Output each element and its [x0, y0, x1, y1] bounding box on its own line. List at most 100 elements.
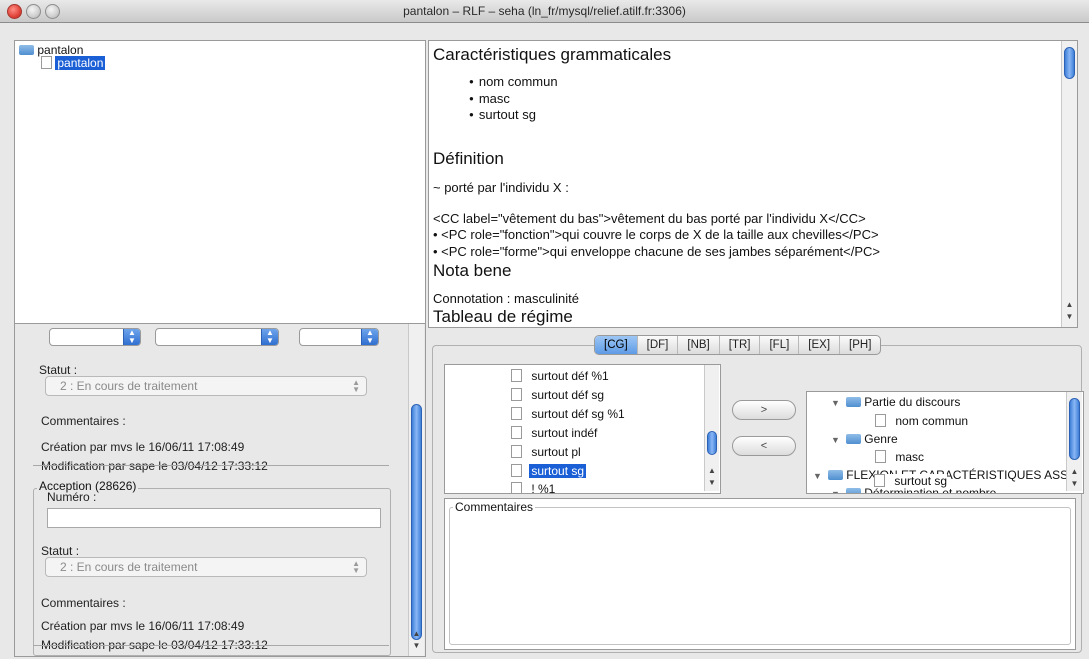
comment-legend: Commentaires	[453, 500, 536, 514]
scroll-down-icon[interactable]: ▼	[409, 640, 424, 652]
chevron-updown-icon: ▲ ▼	[261, 329, 278, 345]
combo-3[interactable]: ▲ ▼	[299, 328, 379, 346]
list-item[interactable]: surtout déf sg	[511, 388, 604, 402]
numero-input[interactable]	[47, 508, 381, 528]
list-item[interactable]: surtout déf %1	[511, 369, 609, 383]
file-icon	[875, 414, 886, 428]
tab-fl[interactable]: [FL]	[760, 336, 800, 354]
folder-icon	[845, 487, 861, 493]
divider	[33, 465, 389, 466]
list-item[interactable]: ! %1	[511, 482, 555, 493]
def-pc1: • <PC role="fonction">qui couvre le corp…	[433, 227, 879, 242]
folder-icon	[827, 469, 843, 480]
tr-heading: Tableau de régime	[433, 307, 573, 326]
tab-ph[interactable]: [PH]	[840, 336, 880, 354]
tree-child-label: pantalon	[55, 56, 106, 70]
chevron-updown-icon: ▲ ▼	[123, 329, 140, 345]
article-scrollbar[interactable]: ▲ ▼	[1061, 41, 1077, 327]
file-icon	[875, 450, 886, 464]
tree-node[interactable]: ▼ Genre	[831, 432, 898, 446]
combo-2[interactable]: ▲ ▼	[155, 328, 279, 346]
scroll-up-icon[interactable]: ▲	[1067, 466, 1082, 478]
remove-value-button[interactable]: <	[732, 436, 796, 456]
creation2-text: Création par mvs le 16/06/11 17:08:49	[41, 619, 245, 633]
list-item[interactable]: surtout pl	[511, 445, 581, 459]
statut2-select[interactable]: 2 : En cours de traitement ▲ ▼	[45, 557, 367, 577]
list-item[interactable]: surtout déf sg %1	[511, 407, 625, 421]
def-line: ~ porté par l'individu X :	[433, 180, 569, 195]
tab-ex[interactable]: [EX]	[799, 336, 841, 354]
tree-leaf[interactable]: masc	[875, 450, 924, 464]
entry-form-panel: ▲ ▼ ▲ ▼ ▲ ▼ Statut : 2 : En cours de traite…	[14, 323, 426, 657]
cg-item: surtout sg	[469, 107, 536, 122]
comment-area[interactable]: Commentaires	[444, 498, 1076, 650]
commentaires2-label: Commentaires :	[41, 596, 126, 610]
tree-leaf[interactable]: nom commun	[875, 414, 968, 428]
tree-scrollbar[interactable]: ▲ ▼	[1066, 392, 1082, 491]
creation-text: Création par mvs le 16/06/11 17:08:49	[41, 440, 245, 454]
entry-tree[interactable]: pantalon pantalon	[14, 40, 426, 324]
tree-node[interactable]: ▼ Partie du discours	[831, 395, 960, 409]
file-icon	[511, 388, 522, 402]
chevron-updown-icon: ▲ ▼	[361, 329, 378, 345]
nb-line: Connotation : masculinité	[433, 291, 579, 306]
numero-label: Numéro :	[47, 490, 97, 504]
disclosure-open-icon: ▼	[831, 398, 840, 408]
scroll-thumb[interactable]	[1064, 47, 1075, 79]
statut2-label: Statut :	[41, 544, 80, 558]
commentaires-label: Commentaires :	[41, 414, 126, 428]
file-icon	[511, 482, 522, 493]
nb-heading: Nota bene	[433, 261, 512, 280]
tree-leaf-surtout-sg[interactable]: surtout sg	[874, 474, 948, 489]
statut-select[interactable]: 2 : En cours de traitement ▲ ▼	[45, 376, 367, 396]
window-title: pantalon – RLF – seha (ln_fr/mysql/relie…	[403, 4, 686, 18]
def-pc2: • <PC role="forme">qui enveloppe chacune…	[433, 244, 881, 259]
file-icon	[874, 474, 885, 488]
combo-1[interactable]: ▲ ▼	[49, 328, 141, 346]
folder-icon	[845, 396, 861, 407]
tab-tr[interactable]: [TR]	[720, 336, 761, 354]
tree-root[interactable]: pantalon	[19, 43, 83, 57]
statut-label: Statut :	[39, 363, 78, 377]
scroll-thumb[interactable]	[411, 404, 422, 640]
list-item-selected[interactable]: surtout sg	[511, 464, 587, 478]
form-scrollbar[interactable]: ▲ ▼	[408, 324, 424, 656]
disclosure-open-icon: ▼	[831, 435, 840, 445]
scroll-up-icon[interactable]: ▲	[1062, 299, 1077, 311]
disclosure-open-icon: ▼	[813, 471, 822, 481]
file-icon	[511, 445, 522, 459]
scroll-down-icon[interactable]: ▼	[1067, 478, 1082, 490]
add-value-button[interactable]: >	[732, 400, 796, 420]
file-icon	[511, 369, 522, 383]
modification-text: Modification par sape le 03/04/12 17:33:…	[41, 459, 268, 473]
scroll-thumb[interactable]	[1069, 398, 1080, 460]
statut-value: 2 : En cours de traitement	[60, 379, 198, 393]
statut2-value: 2 : En cours de traitement	[60, 560, 198, 574]
def-cc: <CC label="vêtement du bas">vêtement du …	[433, 211, 866, 226]
article-view[interactable]: Caractéristiques grammaticales nom commu…	[428, 40, 1078, 328]
cg-heading: Caractéristiques grammaticales	[433, 45, 672, 64]
list-scrollbar[interactable]: ▲ ▼	[704, 365, 719, 491]
scroll-down-icon[interactable]: ▼	[1062, 311, 1077, 323]
scroll-up-icon[interactable]: ▲	[705, 465, 719, 477]
scroll-up-icon[interactable]: ▲	[409, 628, 424, 640]
divider	[33, 645, 389, 646]
def-heading: Définition	[433, 149, 504, 168]
cg-item: nom commun	[469, 74, 558, 89]
list-item[interactable]: surtout indéf	[511, 426, 597, 440]
tab-cg[interactable]: [CG]	[595, 336, 638, 354]
file-icon	[511, 407, 522, 421]
folder-icon	[19, 44, 34, 55]
tab-nb[interactable]: [NB]	[678, 336, 720, 354]
tab-df[interactable]: [DF]	[638, 336, 679, 354]
available-values-list[interactable]: surtout déf %1 surtout déf sg surtout dé…	[444, 364, 721, 494]
tree-child[interactable]: pantalon	[41, 56, 106, 70]
cg-item: masc	[469, 91, 510, 106]
file-icon	[511, 464, 522, 478]
stepper-icon: ▲ ▼	[352, 378, 360, 394]
disclosure-open-icon: ▼	[831, 489, 840, 494]
scroll-down-icon[interactable]: ▼	[705, 477, 719, 489]
comment-fieldset	[449, 507, 1071, 645]
file-icon	[41, 56, 52, 70]
scroll-thumb[interactable]	[707, 431, 717, 455]
